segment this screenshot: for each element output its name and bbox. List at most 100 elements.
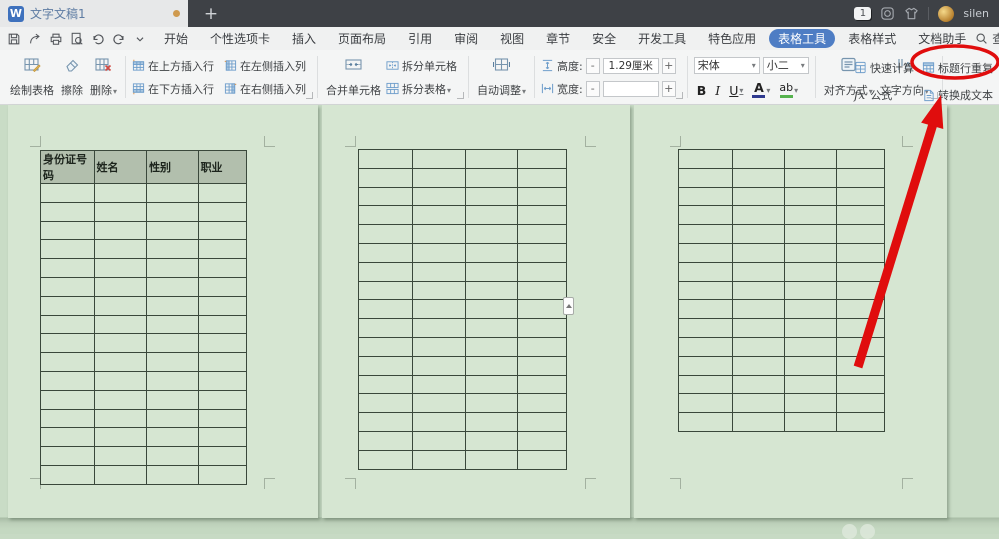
table-cell[interactable] bbox=[198, 390, 246, 409]
table-cell[interactable] bbox=[41, 447, 95, 466]
italic-button[interactable]: I bbox=[715, 83, 720, 98]
table-cell[interactable] bbox=[413, 168, 466, 187]
convert-to-text-button[interactable]: 转换成文本 bbox=[922, 85, 993, 105]
menu-tab-3[interactable]: 页面布局 bbox=[329, 29, 395, 48]
floating-assistant-dot[interactable] bbox=[860, 524, 875, 539]
table-cell[interactable] bbox=[147, 334, 199, 353]
user-avatar[interactable] bbox=[938, 6, 954, 22]
table-cell[interactable] bbox=[413, 375, 466, 394]
table-cell[interactable] bbox=[359, 375, 413, 394]
table-cell[interactable] bbox=[732, 281, 785, 300]
table-cell[interactable] bbox=[836, 168, 884, 187]
table-cell[interactable] bbox=[518, 356, 567, 375]
table-cell[interactable] bbox=[147, 296, 199, 315]
table-cell[interactable] bbox=[785, 225, 837, 244]
undo-icon[interactable] bbox=[91, 32, 105, 46]
table-header-cell[interactable]: 职业 bbox=[198, 151, 246, 184]
table-cell[interactable] bbox=[679, 187, 733, 206]
table-cell[interactable] bbox=[198, 334, 246, 353]
table-cell[interactable] bbox=[518, 300, 567, 319]
table-cell[interactable] bbox=[732, 319, 785, 338]
table-cell[interactable] bbox=[679, 206, 733, 225]
table-cell[interactable] bbox=[518, 168, 567, 187]
table-cell[interactable] bbox=[466, 243, 518, 262]
table-cell[interactable] bbox=[518, 206, 567, 225]
table-cell[interactable] bbox=[518, 450, 567, 469]
table-cell[interactable] bbox=[679, 319, 733, 338]
table-cell[interactable] bbox=[679, 150, 733, 169]
table-cell[interactable] bbox=[198, 371, 246, 390]
table-cell[interactable] bbox=[147, 259, 199, 278]
table-cell[interactable] bbox=[785, 375, 837, 394]
table-cell[interactable] bbox=[94, 259, 147, 278]
table-cell[interactable] bbox=[41, 221, 95, 240]
table-cell[interactable] bbox=[785, 337, 837, 356]
table-cell[interactable] bbox=[466, 206, 518, 225]
table-cell[interactable] bbox=[785, 394, 837, 413]
menu-tab-8[interactable]: 安全 bbox=[583, 29, 625, 48]
table-cell[interactable] bbox=[94, 371, 147, 390]
table-cell[interactable] bbox=[41, 184, 95, 203]
table-cell[interactable] bbox=[359, 300, 413, 319]
table-cell[interactable] bbox=[147, 371, 199, 390]
print-preview-icon[interactable] bbox=[70, 32, 84, 46]
table-cell[interactable] bbox=[359, 337, 413, 356]
table-cell[interactable] bbox=[198, 277, 246, 296]
table-cell[interactable] bbox=[147, 240, 199, 259]
table-cell[interactable] bbox=[836, 394, 884, 413]
table-cell[interactable] bbox=[679, 168, 733, 187]
floating-assistant-dot[interactable] bbox=[842, 524, 857, 539]
table-cell[interactable] bbox=[732, 206, 785, 225]
table-cell[interactable] bbox=[198, 447, 246, 466]
table-cell[interactable] bbox=[732, 243, 785, 262]
insert-row-below-button[interactable]: 在下方插入行 bbox=[132, 79, 214, 99]
table-cell[interactable] bbox=[359, 206, 413, 225]
highlight-button[interactable]: ab ▾ bbox=[779, 82, 798, 98]
save-icon[interactable] bbox=[7, 32, 21, 46]
export-pdf-icon[interactable] bbox=[28, 32, 42, 46]
table-cell[interactable] bbox=[359, 431, 413, 450]
table-cell[interactable] bbox=[41, 428, 95, 447]
table-cell[interactable] bbox=[836, 281, 884, 300]
height-increase-button[interactable]: + bbox=[662, 58, 676, 74]
table-header-cell[interactable]: 性别 bbox=[147, 151, 199, 184]
table-cell[interactable] bbox=[41, 409, 95, 428]
table-cell[interactable] bbox=[198, 221, 246, 240]
table-cell[interactable] bbox=[466, 150, 518, 169]
table-cell[interactable] bbox=[466, 356, 518, 375]
table-cell[interactable] bbox=[518, 281, 567, 300]
table-cell[interactable] bbox=[679, 225, 733, 244]
font-name-combobox[interactable]: 宋体▾ bbox=[694, 57, 760, 74]
auto-scroll-anchor[interactable] bbox=[563, 297, 574, 315]
table-cell[interactable] bbox=[413, 150, 466, 169]
table-cell[interactable] bbox=[41, 259, 95, 278]
table-cell[interactable] bbox=[413, 431, 466, 450]
table-cell[interactable] bbox=[679, 413, 733, 432]
table-cell[interactable] bbox=[198, 315, 246, 334]
table-cell[interactable] bbox=[518, 243, 567, 262]
table-cell[interactable] bbox=[466, 337, 518, 356]
table-cell[interactable] bbox=[198, 184, 246, 203]
table-cell[interactable] bbox=[518, 431, 567, 450]
table-cell[interactable] bbox=[785, 187, 837, 206]
table-cell[interactable] bbox=[41, 277, 95, 296]
table-cell[interactable] bbox=[94, 221, 147, 240]
table-cell[interactable] bbox=[413, 413, 466, 432]
table-cell[interactable] bbox=[198, 202, 246, 221]
insert-col-right-button[interactable]: 在右侧插入列 bbox=[224, 79, 306, 99]
width-value-input[interactable] bbox=[603, 81, 659, 97]
table-cell[interactable] bbox=[198, 296, 246, 315]
delete-button[interactable]: 删除▾ bbox=[88, 54, 119, 100]
menu-tab-10[interactable]: 特色应用 bbox=[699, 29, 765, 48]
table-cell[interactable] bbox=[679, 300, 733, 319]
table-cell[interactable] bbox=[198, 240, 246, 259]
table-cell[interactable] bbox=[147, 202, 199, 221]
table-cell[interactable] bbox=[466, 394, 518, 413]
table-cell[interactable] bbox=[732, 337, 785, 356]
table-cell[interactable] bbox=[836, 243, 884, 262]
menu-tab-9[interactable]: 开发工具 bbox=[629, 29, 695, 48]
table-cell[interactable] bbox=[466, 375, 518, 394]
table-cell[interactable] bbox=[413, 319, 466, 338]
table-cell[interactable] bbox=[147, 353, 199, 372]
table-cell[interactable] bbox=[94, 465, 147, 484]
